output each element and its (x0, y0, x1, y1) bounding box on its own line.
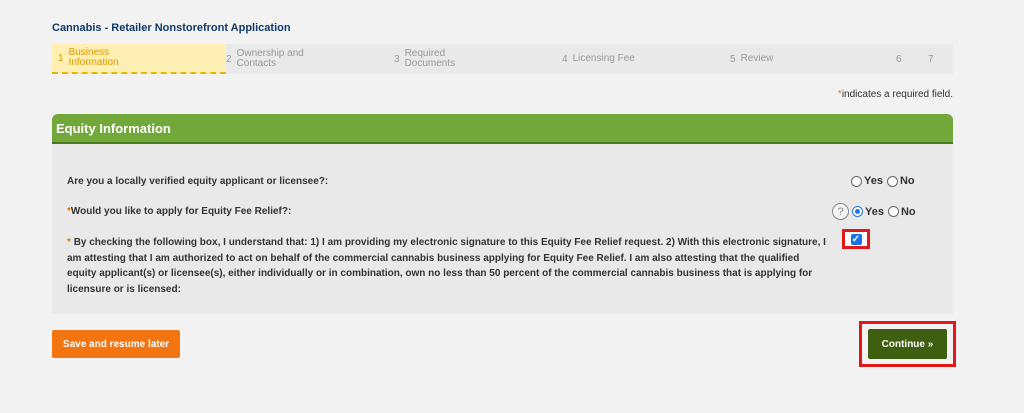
signature-checkbox-highlight: ✓ (842, 229, 870, 249)
equity-applicant-no-option[interactable]: No (886, 175, 915, 187)
question-text: By checking the following box, I underst… (67, 237, 826, 295)
radio-no-label: No (899, 175, 915, 187)
equity-applicant-radio-group: Yes No (851, 175, 919, 187)
step-6[interactable]: 6 (896, 44, 912, 74)
radio-yes[interactable] (851, 175, 862, 187)
step-7[interactable]: 7 (928, 44, 944, 74)
step-number: 7 (928, 53, 934, 65)
required-field-note: *indicates a required field. (838, 89, 953, 100)
step-number: 2 (226, 53, 232, 65)
radio-no[interactable] (887, 206, 899, 217)
continue-button[interactable]: Continue » (868, 329, 947, 359)
step-number: 1 (58, 52, 64, 64)
equity-applicant-yes-option[interactable]: Yes (851, 175, 883, 187)
fee-relief-no-option[interactable]: No (887, 205, 916, 218)
step-label: Review (740, 53, 774, 64)
step-3-required-documents[interactable]: 3 Required Documents (394, 44, 554, 74)
section-title: Equity Information (52, 114, 953, 144)
required-star: * (67, 237, 71, 248)
fee-relief-yes-option[interactable]: Yes (852, 206, 884, 218)
step-2-ownership-and-contacts[interactable]: 2 Ownership and Contacts (226, 44, 386, 74)
step-label: Licensing Fee (572, 53, 635, 64)
radio-no[interactable] (886, 175, 898, 187)
equity-information-panel: Equity Information Are you a locally ver… (52, 114, 953, 314)
step-4-licensing-fee[interactable]: 4 Licensing Fee (562, 44, 722, 74)
continue-button-highlight: Continue » (859, 321, 956, 367)
question-equity-fee-relief: *Would you like to apply for Equity Fee … (67, 206, 291, 217)
step-label: Required Documents (404, 48, 456, 69)
app-title: Cannabis - Retailer Nonstorefront Applic… (52, 22, 291, 34)
radio-yes[interactable] (852, 206, 863, 217)
signature-checkbox[interactable]: ✓ (850, 233, 862, 245)
step-number: 6 (896, 53, 902, 65)
radio-yes-label: Yes (864, 175, 883, 187)
question-electronic-signature: * By checking the following box, I under… (67, 235, 827, 297)
equity-fee-relief-radio-group: ? Yes No (832, 203, 920, 220)
step-progress-bar: 1 Business Information 2 Ownership and C… (52, 44, 953, 74)
step-number: 5 (730, 53, 736, 65)
question-text: Would you like to apply for Equity Fee R… (70, 206, 292, 217)
step-5-review[interactable]: 5 Review (730, 44, 890, 74)
save-and-resume-later-button[interactable]: Save and resume later (52, 330, 180, 358)
step-1-business-information[interactable]: 1 Business Information (52, 44, 226, 74)
step-number: 3 (394, 53, 400, 65)
help-icon[interactable]: ? (832, 203, 849, 220)
step-label: Business Information (68, 47, 119, 68)
step-label: Ownership and Contacts (236, 48, 304, 69)
radio-no-label: No (900, 205, 916, 218)
radio-yes-label: Yes (865, 205, 884, 218)
required-note-text: indicates a required field. (841, 89, 953, 100)
question-equity-applicant: Are you a locally verified equity applic… (67, 176, 329, 187)
step-number: 4 (562, 53, 568, 65)
